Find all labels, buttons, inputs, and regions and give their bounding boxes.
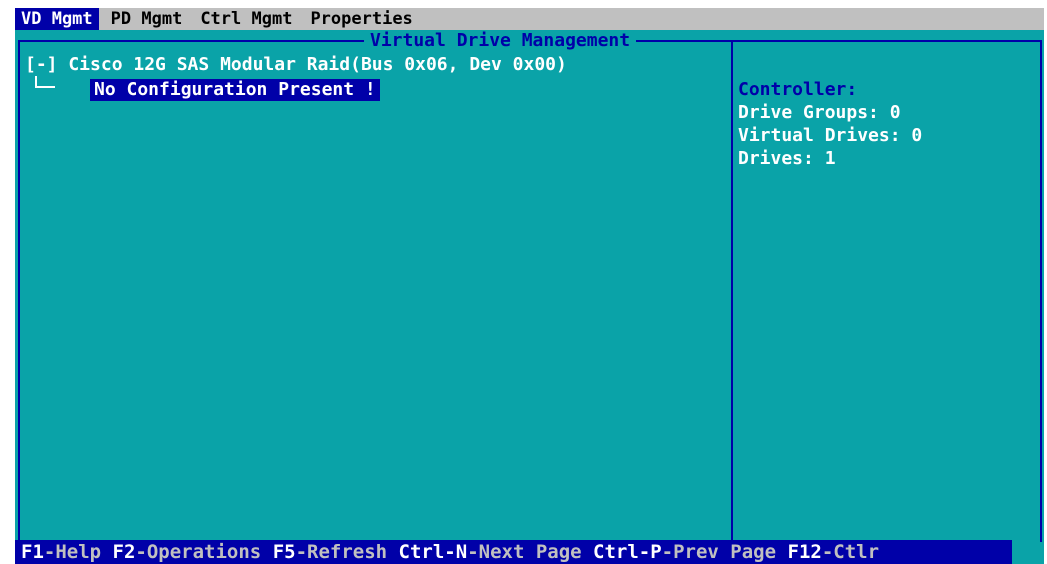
key-f12: F12	[787, 541, 822, 563]
key-f12-desc: -Ctlr	[821, 541, 880, 563]
controller-info-panel: Controller: Drive Groups: 0 Virtual Driv…	[738, 78, 922, 170]
key-f1: F1	[21, 541, 44, 563]
key-f5-desc: -Refresh	[295, 541, 399, 563]
tree-panel-frame	[18, 40, 733, 542]
tree-item-no-configuration[interactable]: No Configuration Present !	[90, 79, 380, 101]
key-ctrl-p-desc: -Prev Page	[661, 541, 788, 563]
panel-title: Virtual Drive Management	[364, 30, 637, 52]
menu-properties[interactable]: Properties	[304, 8, 418, 30]
key-f1-desc: -Help	[43, 541, 113, 563]
status-bar: F1-Help F2-Operations F5-Refresh Ctrl-N-…	[15, 540, 1012, 564]
key-f2-desc: -Operations	[135, 541, 273, 563]
key-f5: F5	[272, 541, 296, 563]
menu-ctrl-mgmt[interactable]: Ctrl Mgmt	[194, 8, 298, 30]
controller-heading: Controller:	[738, 79, 858, 100]
menu-vd-mgmt[interactable]: VD Mgmt	[15, 8, 99, 30]
key-f2: F2	[112, 541, 136, 563]
key-ctrl-n-desc: -Next Page	[467, 541, 594, 563]
key-ctrl-p: Ctrl-P	[593, 541, 662, 563]
tree-connector-icon	[35, 76, 55, 88]
menu-pd-mgmt[interactable]: PD Mgmt	[105, 8, 189, 30]
virtual-drives-count: Virtual Drives: 0	[738, 125, 923, 146]
bios-screen: VD Mgmt PD Mgmt Ctrl Mgmt Properties Vir…	[15, 8, 1044, 564]
tree-root-controller[interactable]: [-] Cisco 12G SAS Modular Raid(Bus 0x06,…	[25, 54, 567, 76]
drives-count: Drives: 1	[738, 148, 836, 169]
drive-groups-count: Drive Groups: 0	[738, 102, 901, 123]
menu-bar: VD Mgmt PD Mgmt Ctrl Mgmt Properties	[15, 8, 1044, 30]
key-ctrl-n: Ctrl-N	[398, 541, 468, 563]
